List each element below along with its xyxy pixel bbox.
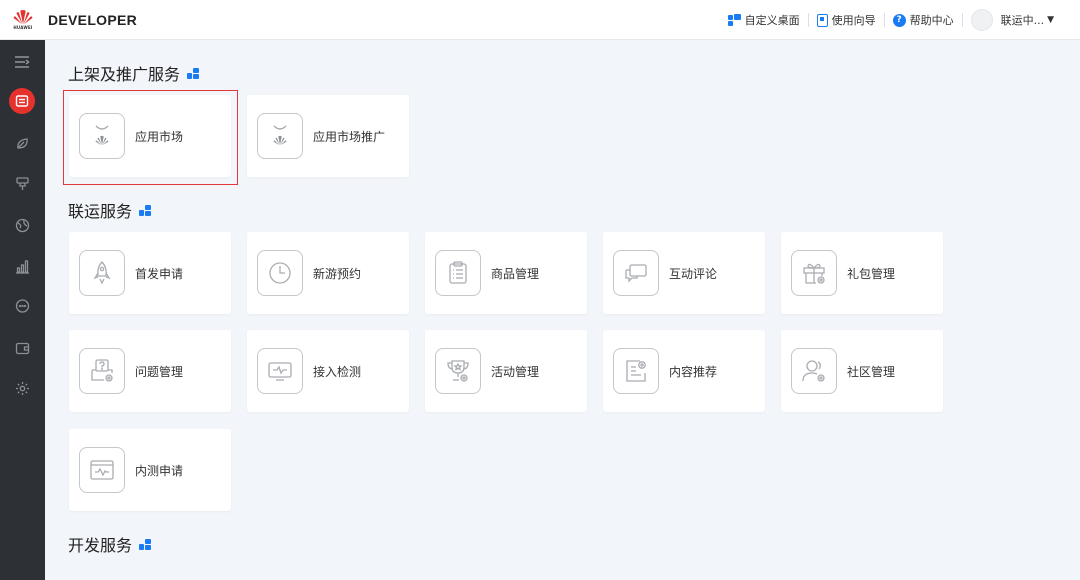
section-title-joint-operation: 联运服务 — [68, 198, 152, 222]
settings-icon[interactable] — [9, 375, 35, 401]
card-beta-application[interactable]: 内测申请 — [69, 429, 231, 511]
card-launch-application[interactable]: 首发申请 — [69, 232, 231, 314]
browser-pulse-icon — [79, 447, 125, 493]
card-label: 应用市场 — [135, 129, 184, 144]
rocket-icon — [79, 250, 125, 296]
card-game-reservation[interactable]: 新游预约 — [247, 232, 409, 314]
community-icon — [791, 348, 837, 394]
custom-desktop-link[interactable]: 自定义桌面 — [720, 12, 808, 28]
section-title-listing: 上架及推广服务 — [68, 61, 200, 85]
card-app-market[interactable]: 应用市场 — [69, 95, 231, 177]
section-grid-icon — [187, 67, 200, 79]
help-icon: ? — [892, 13, 906, 27]
logo-text: HUAWEI — [13, 25, 33, 30]
card-gift-management[interactable]: 礼包管理 — [781, 232, 943, 314]
user-guide-label: 使用向导 — [831, 14, 876, 27]
avatar — [970, 9, 993, 31]
header-toolbar: 自定义桌面 使用向导 ? 帮助中心 联运中... ▼ — [720, 0, 1062, 40]
card-app-market-promotion[interactable]: 应用市场推广 — [247, 95, 409, 177]
card-label: 新游预约 — [313, 266, 362, 281]
section-grid-icon — [139, 204, 152, 216]
comment-icon — [613, 250, 659, 296]
card-label: 问题管理 — [135, 364, 184, 379]
help-center-link[interactable]: ? 帮助中心 — [885, 12, 962, 28]
store-icon[interactable] — [9, 88, 35, 114]
card-label: 内测申请 — [135, 463, 184, 478]
card-label: 社区管理 — [847, 364, 896, 379]
menu-toggle-icon[interactable] — [9, 49, 35, 75]
huawei-bag-icon — [79, 113, 125, 159]
document-gear-icon — [613, 348, 659, 394]
card-label: 礼包管理 — [847, 266, 896, 281]
card-content-recommendation[interactable]: 内容推荐 — [603, 330, 765, 412]
huawei-logo[interactable]: HUAWEI — [0, 0, 46, 40]
card-product-management[interactable]: 商品管理 — [425, 232, 587, 314]
trophy-icon — [435, 348, 481, 394]
chat-icon[interactable] — [9, 293, 35, 319]
wallet-icon[interactable] — [9, 335, 35, 361]
huawei-bag-icon — [257, 113, 303, 159]
guide-book-icon — [816, 13, 828, 27]
section-grid-icon — [139, 538, 152, 550]
card-label: 接入检测 — [313, 364, 362, 379]
leaf-icon[interactable] — [9, 130, 35, 156]
card-event-management[interactable]: 活动管理 — [425, 330, 587, 412]
card-label: 互动评论 — [669, 266, 718, 281]
brush-icon[interactable] — [9, 170, 35, 196]
section-title-text: 联运服务 — [68, 202, 133, 221]
section-title-text: 上架及推广服务 — [68, 65, 181, 84]
chart-icon[interactable] — [9, 253, 35, 279]
brand-title[interactable]: DEVELOPER — [48, 12, 137, 28]
custom-desktop-icon — [727, 14, 741, 26]
card-access-testing[interactable]: 接入检测 — [247, 330, 409, 412]
card-label: 应用市场推广 — [313, 129, 386, 144]
username: 联运中... — [1000, 14, 1045, 27]
caret-down-icon: ▼ — [1047, 15, 1054, 25]
top-header: HUAWEI DEVELOPER 自定义桌面 使用向导 ? 帮助中心 联运中..… — [0, 0, 1080, 40]
card-interactive-comments[interactable]: 互动评论 — [603, 232, 765, 314]
card-label: 首发申请 — [135, 266, 184, 281]
card-issue-management[interactable]: 问题管理 — [69, 330, 231, 412]
section-title-text: 开发服务 — [68, 536, 133, 555]
section-title-dev-services: 开发服务 — [68, 532, 152, 556]
globe-icon[interactable] — [9, 212, 35, 238]
card-label: 活动管理 — [491, 364, 540, 379]
user-guide-link[interactable]: 使用向导 — [809, 12, 884, 28]
card-label: 商品管理 — [491, 266, 540, 281]
custom-desktop-label: 自定义桌面 — [744, 14, 800, 27]
card-community-management[interactable]: 社区管理 — [781, 330, 943, 412]
clock-icon — [257, 250, 303, 296]
sidebar — [0, 40, 45, 580]
monitor-icon — [257, 348, 303, 394]
gift-icon — [791, 250, 837, 296]
question-icon — [79, 348, 125, 394]
card-label: 内容推荐 — [669, 364, 718, 379]
clipboard-icon — [435, 250, 481, 296]
help-center-label: 帮助中心 — [909, 14, 954, 27]
huawei-flower-icon — [13, 10, 33, 25]
user-menu[interactable]: 联运中... ▼ — [963, 9, 1062, 31]
